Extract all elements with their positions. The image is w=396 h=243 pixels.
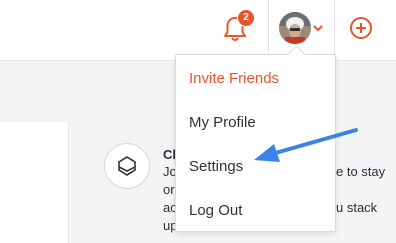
feature-text: e to stay xyxy=(336,164,386,179)
stack-icon xyxy=(118,156,136,176)
menu-item-log-out[interactable]: Log Out xyxy=(176,189,335,233)
feature-text: or xyxy=(163,182,175,197)
feature-icon xyxy=(104,143,150,189)
content-card xyxy=(0,122,69,243)
feature-text: u stack xyxy=(336,200,378,215)
pointer-arrow xyxy=(254,128,358,162)
divider xyxy=(334,0,335,60)
notification-badge: 2 xyxy=(237,9,255,27)
avatar[interactable] xyxy=(279,12,311,44)
avatar-photo xyxy=(279,12,311,44)
top-bar: 2 xyxy=(0,0,396,61)
menu-item-invite-friends[interactable]: Invite Friends xyxy=(176,57,335,101)
divider xyxy=(268,0,269,60)
plus-circle-icon[interactable] xyxy=(349,16,373,40)
chevron-down-icon[interactable] xyxy=(313,24,323,32)
